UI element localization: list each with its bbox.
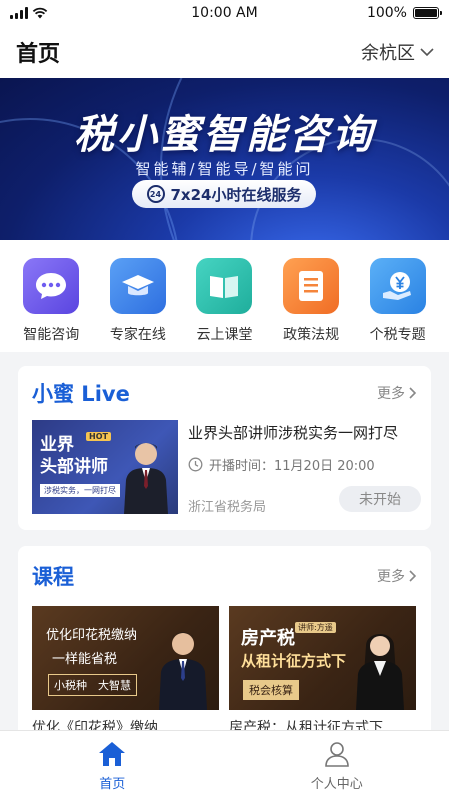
region-selector[interactable]: 余杭区 — [361, 39, 435, 65]
grid-item-expert-online[interactable]: 专家在线 — [98, 258, 178, 352]
grid-item-smart-consult[interactable]: 智能咨询 — [11, 258, 91, 352]
grid-item-iit-topic[interactable]: 个税专题 — [358, 258, 438, 352]
tab-home[interactable]: 首页 — [0, 731, 225, 800]
clock-24-icon: 24 — [146, 185, 165, 203]
more-label: 更多 — [377, 569, 405, 585]
banner-service-pill: 24 7x24小时在线服务 — [132, 180, 316, 208]
grid-label: 智能咨询 — [23, 327, 80, 343]
grid-label: 专家在线 — [109, 327, 166, 343]
live-section-title: 小蜜 Live — [32, 382, 130, 406]
promo-banner[interactable]: 税小蜜智能咨询 智能辅/智能导/智能问 24 7x24小时在线服务 — [0, 78, 449, 240]
course-thumb-text: 优化印花税缴纳 — [46, 628, 138, 643]
more-label: 更多 — [377, 386, 405, 402]
course-more-link[interactable]: 更多 — [377, 566, 417, 586]
banner-pill-text: 7x24小时在线服务 — [170, 185, 302, 204]
lecturer-photo — [124, 443, 168, 514]
status-time: 10:00 AM — [191, 5, 258, 21]
course-thumbnail[interactable]: 优化印花税缴纳 一样能省税 小税种 大智慧 — [32, 606, 219, 710]
live-status-badge: 未开始 — [339, 486, 421, 512]
chevron-right-icon — [409, 570, 417, 582]
live-thumb-tag: 涉税实务，一网打尽 — [40, 484, 120, 497]
lecturer-photo — [159, 632, 207, 710]
battery-icon — [412, 7, 442, 19]
graduation-cap-icon — [109, 258, 166, 314]
bottom-tab-bar: 首页 个人中心 — [0, 730, 449, 800]
wifi-icon — [32, 7, 48, 19]
course-section-title: 课程 — [32, 565, 74, 589]
banner-title: 税小蜜智能咨询 — [74, 112, 375, 158]
chat-bubble-icon — [23, 258, 80, 314]
live-item-org: 浙江省税务局 — [188, 500, 267, 515]
live-item[interactable]: 业界 头部讲师 HOT 涉税实务，一网打尽 业界头部讲师涉税实务一网打尽 开播时间… — [18, 420, 431, 515]
chevron-down-icon — [420, 48, 434, 57]
course-thumb-tag: 税会核算 — [243, 680, 299, 700]
yen-hand-icon — [369, 258, 426, 314]
open-book-icon — [196, 258, 253, 314]
document-list-icon — [283, 258, 340, 314]
course-thumb-text: 房产税 — [241, 628, 295, 649]
region-label: 余杭区 — [361, 43, 415, 64]
app-header: 首页 余杭区 — [0, 26, 449, 78]
grid-label: 云上课堂 — [196, 327, 253, 343]
live-item-title: 业界头部讲师涉税实务一网打尽 — [188, 424, 399, 442]
course-thumb-text: 从租计征方式下 — [241, 652, 347, 670]
hot-badge: HOT — [86, 432, 111, 441]
cellular-signal-icon — [10, 7, 28, 19]
course-thumb-text: 一样能省税 — [52, 652, 118, 667]
status-bar: 10:00 AM 100% — [0, 0, 449, 26]
banner-subtitle: 智能辅/智能导/智能问 — [135, 160, 314, 178]
live-card: 小蜜 Live 更多 业界 头部讲师 HOT 涉税实务，一网打尽 业界头部讲师涉税… — [18, 366, 431, 530]
lecturer-photo — [356, 634, 404, 710]
clock-icon — [188, 457, 203, 472]
chevron-right-icon — [409, 387, 417, 399]
grid-item-cloud-class[interactable]: 云上课堂 — [184, 258, 264, 352]
live-thumbnail: 业界 头部讲师 HOT 涉税实务，一网打尽 — [32, 420, 178, 514]
tab-label: 首页 — [99, 777, 126, 792]
user-icon — [324, 742, 349, 767]
battery-percent: 100% — [366, 5, 407, 21]
home-icon — [99, 742, 126, 766]
tab-label: 个人中心 — [310, 777, 363, 792]
quick-access-grid: 智能咨询 专家在线 云上课堂 政策法规 个税专题 — [0, 240, 449, 352]
lecturer-badge: 讲师:方遥 — [295, 622, 336, 633]
grid-item-policy[interactable]: 政策法规 — [271, 258, 351, 352]
grid-label: 政策法规 — [283, 327, 340, 343]
course-card: 课程 更多 优化印花税缴纳 一样能省税 小税种 大智慧 房产税 讲师:方遥 从租… — [18, 546, 431, 746]
live-more-link[interactable]: 更多 — [377, 383, 417, 403]
course-thumbnail[interactable]: 房产税 讲师:方遥 从租计征方式下 税会核算 — [229, 606, 416, 710]
grid-label: 个税专题 — [369, 327, 426, 343]
live-item-time: 开播时间：11月20日 20:00 — [188, 455, 417, 474]
page-title: 首页 — [16, 42, 61, 67]
course-thumb-tag: 小税种 大智慧 — [48, 674, 137, 696]
tab-profile[interactable]: 个人中心 — [225, 731, 449, 800]
